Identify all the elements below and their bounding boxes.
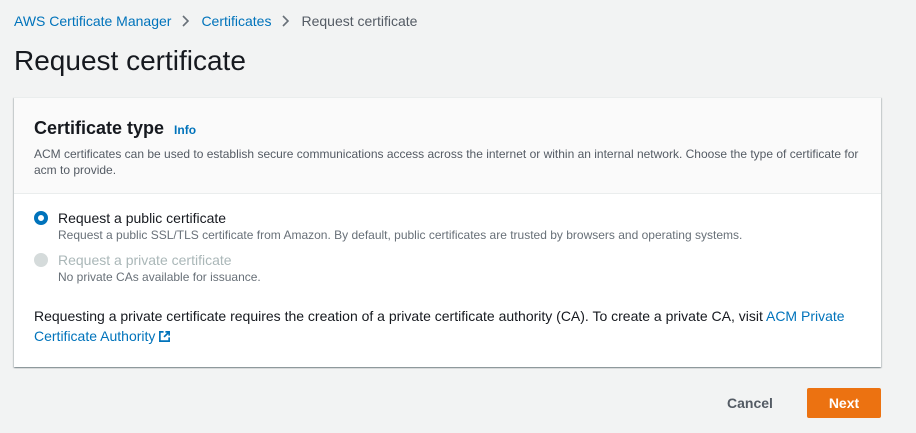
panel-body: Request a public certificate Request a p… (14, 194, 881, 346)
next-button[interactable]: Next (807, 388, 881, 418)
radio-label-public: Request a public certificate (58, 210, 227, 226)
breadcrumb-aws-certificate-manager[interactable]: AWS Certificate Manager (14, 12, 171, 30)
page: AWS Certificate Manager Certificates Req… (0, 0, 916, 433)
chevron-right-icon (171, 15, 201, 27)
radio-button-selected[interactable] (34, 211, 48, 225)
cancel-button[interactable]: Cancel (713, 388, 787, 418)
private-ca-note: Requesting a private certificate require… (34, 306, 864, 346)
breadcrumb-current: Request certificate (301, 13, 418, 29)
breadcrumb: AWS Certificate Manager Certificates Req… (14, 12, 417, 30)
radio-button-disabled (34, 253, 48, 267)
radio-description-public: Request a public SSL/TLS certificate fro… (58, 228, 743, 242)
radio-description-private: No private CAs available for issuance. (58, 270, 261, 284)
external-link-icon (159, 331, 171, 342)
page-title: Request certificate (14, 45, 246, 76)
radio-text: Request a public certificate Request a p… (58, 210, 742, 243)
breadcrumb-certificates[interactable]: Certificates (201, 12, 271, 30)
radio-text: Request a private certificate No private… (58, 252, 261, 285)
chevron-right-icon (271, 15, 301, 27)
panel-header: Certificate type Info ACM certificates c… (14, 98, 881, 194)
panel-description: ACM certificates can be used to establis… (34, 147, 859, 177)
note-text: Requesting a private certificate require… (34, 308, 766, 324)
info-link[interactable]: Info (174, 123, 196, 137)
radio-option-private: Request a private certificate No private… (34, 252, 861, 285)
panel-title-row: Certificate type Info (34, 117, 861, 139)
panel-title: Certificate type (34, 118, 165, 138)
radio-label-private: Request a private certificate (58, 252, 232, 268)
certificate-type-panel: Certificate type Info ACM certificates c… (14, 97, 881, 367)
radio-option-public[interactable]: Request a public certificate Request a p… (34, 210, 861, 243)
